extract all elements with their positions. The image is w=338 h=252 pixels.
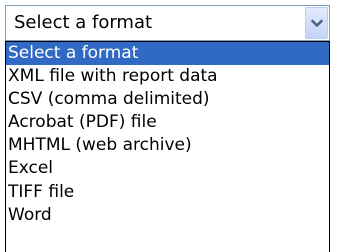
dropdown-button[interactable] [305, 7, 328, 39]
option-xml[interactable]: XML file with report data [6, 65, 329, 88]
option-excel[interactable]: Excel [6, 157, 329, 180]
option-mhtml[interactable]: MHTML (web archive) [6, 134, 329, 157]
option-word[interactable]: Word [6, 204, 329, 227]
option-select-a-format[interactable]: Select a format [6, 42, 329, 66]
chevron-down-icon [310, 19, 323, 28]
option-pdf[interactable]: Acrobat (PDF) file [6, 111, 329, 134]
format-select[interactable]: Select a format [5, 5, 330, 41]
format-options-list: Select a format XML file with report dat… [5, 41, 330, 252]
option-csv[interactable]: CSV (comma delimited) [6, 88, 329, 111]
option-tiff[interactable]: TIFF file [6, 181, 329, 204]
format-select-value: Select a format [14, 12, 153, 33]
